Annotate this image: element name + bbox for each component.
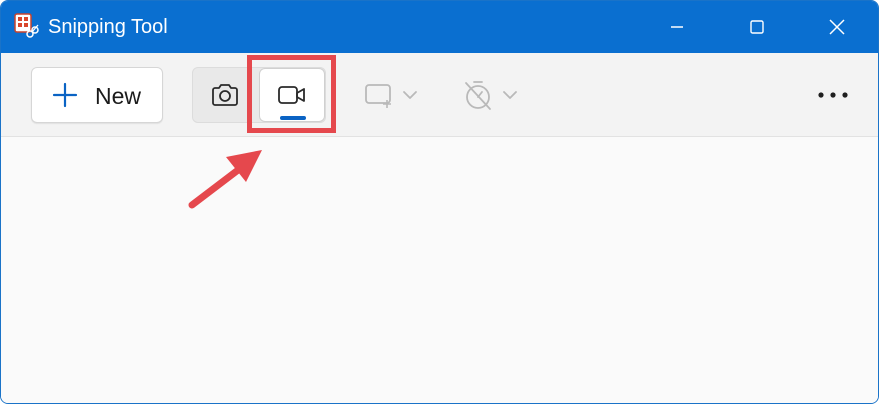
more-options-button[interactable] (809, 75, 857, 115)
window-title: Snipping Tool (48, 16, 168, 38)
snip-mode-video-button[interactable] (259, 68, 325, 122)
selected-mode-indicator (280, 116, 306, 120)
chevron-down-icon (503, 91, 517, 99)
snipping-tool-window: Snipping Tool New (0, 0, 879, 404)
close-icon (829, 19, 845, 35)
video-camera-icon (278, 86, 305, 104)
toolbar: New (1, 53, 878, 137)
maximize-button[interactable] (717, 1, 797, 53)
plus-icon (52, 82, 78, 108)
snip-delay-dropdown[interactable] (461, 75, 523, 115)
snipping-tool-app-icon (14, 13, 39, 38)
title-bar[interactable]: Snipping Tool (1, 1, 878, 53)
chevron-down-icon (403, 91, 417, 99)
more-options-icon (818, 92, 848, 98)
no-timer-icon (465, 81, 491, 110)
minimize-icon (671, 26, 683, 28)
maximize-icon (750, 20, 764, 34)
rectangle-snip-icon (365, 84, 391, 108)
close-button[interactable] (797, 1, 877, 53)
snip-shape-dropdown[interactable] (363, 75, 425, 115)
camera-icon (212, 84, 238, 106)
minimize-button[interactable] (637, 1, 717, 53)
capture-area (1, 138, 878, 403)
snip-mode-screenshot-button[interactable] (193, 68, 257, 122)
new-snip-button[interactable]: New (31, 67, 163, 123)
new-button-label: New (95, 83, 142, 109)
